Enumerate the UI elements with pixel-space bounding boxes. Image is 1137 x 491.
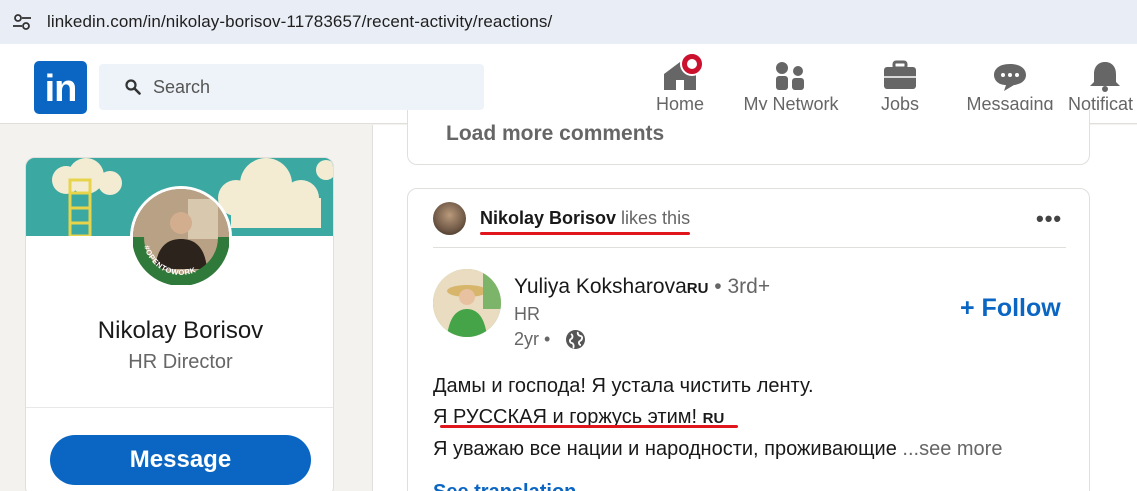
post-line: Я уважаю все нации и народности, прожива… — [433, 434, 1073, 465]
messaging-icon — [964, 54, 1056, 94]
card-divider — [26, 407, 333, 408]
connection-degree: • 3rd+ — [708, 275, 771, 298]
linkedin-logo[interactable]: in — [34, 61, 87, 114]
profile-card: #OPENTOWORK Nikolay Borisov HR Director … — [25, 157, 334, 491]
author-name[interactable]: Yuliya KoksharovaRU • 3rd+ — [514, 275, 770, 299]
previous-post-card: Load more comments — [407, 110, 1090, 165]
url-text[interactable]: linkedin.com/in/nikolay-borisov-11783657… — [47, 12, 552, 32]
profile-headline: HR Director — [128, 351, 233, 373]
post-text: Дамы и господа! Я устала чистить ленту. … — [433, 371, 1073, 465]
notification-badge — [680, 52, 704, 76]
reaction-header: Nikolay Borisov likes this — [480, 208, 690, 229]
post-line: Дамы и господа! Я устала чистить ленту. — [433, 375, 814, 397]
author-headline: HR — [514, 304, 540, 324]
reaction-text: likes this — [616, 208, 691, 228]
post-timestamp: 2yr • — [514, 329, 551, 349]
annotation-underline — [480, 232, 690, 235]
feed-border — [372, 125, 373, 491]
url-field[interactable]: linkedin.com/in/nikolay-borisov-11783657… — [0, 0, 1137, 44]
search-icon — [125, 79, 141, 95]
load-more-comments-button[interactable]: Load more comments — [446, 122, 664, 146]
post-line: Я РУССКАЯ и горжусь этим! RU — [433, 402, 1073, 434]
post-divider — [433, 247, 1066, 248]
annotation-underline — [440, 425, 738, 428]
author-flag: RU — [686, 280, 709, 297]
liker-name[interactable]: Nikolay Borisov — [480, 208, 616, 228]
liker-avatar[interactable] — [433, 202, 466, 235]
message-button[interactable]: Message — [50, 435, 311, 485]
see-more-link[interactable]: ...see more — [902, 438, 1002, 460]
search-box[interactable] — [99, 64, 484, 110]
home-icon — [650, 52, 710, 94]
my-network-icon — [738, 54, 844, 94]
post-line-text: Я уважаю все нации и народности, прожива… — [433, 438, 903, 460]
follow-button[interactable]: + Follow — [960, 294, 1061, 323]
search-input[interactable] — [153, 64, 453, 110]
author-name-text: Yuliya Koksharova — [514, 275, 687, 298]
bell-icon — [1068, 54, 1137, 94]
see-translation-link[interactable]: See translation — [433, 481, 576, 491]
briefcase-icon — [872, 54, 928, 94]
post-card: Nikolay Borisov likes this ••• Yuliya Ko… — [407, 188, 1090, 491]
post-options-button[interactable]: ••• — [1036, 206, 1062, 232]
site-settings-icon[interactable] — [12, 13, 32, 31]
profile-name[interactable]: Nikolay Borisov — [26, 317, 333, 345]
open-to-work-ring: #OPENTOWORK — [133, 236, 229, 285]
profile-avatar[interactable]: #OPENTOWORK — [130, 186, 232, 288]
globe-icon — [566, 330, 585, 349]
browser-address-bar: linkedin.com/in/nikolay-borisov-11783657… — [0, 0, 1137, 46]
author-avatar[interactable] — [433, 269, 501, 337]
